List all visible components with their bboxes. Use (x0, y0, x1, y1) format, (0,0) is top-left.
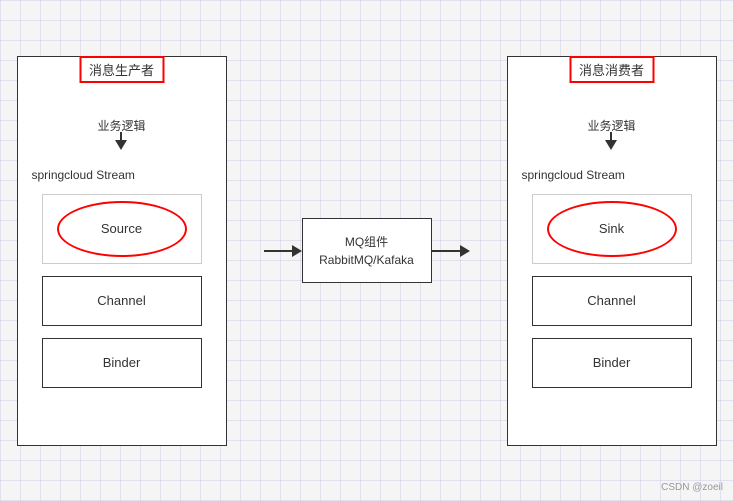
producer-title: 消息生产者 (79, 56, 164, 83)
consumer-arrow-down (605, 140, 617, 150)
consumer-top: 业务逻辑 (587, 117, 635, 152)
producer-channel-label: Channel (97, 293, 145, 308)
producer-stream-label: springcloud Stream (32, 168, 135, 182)
arrow-head-2 (460, 245, 470, 257)
producer-arrow-down (115, 140, 127, 150)
mq-line1: MQ组件 (345, 233, 388, 251)
arrow-line-2 (432, 250, 460, 252)
mq-box: MQ组件 RabbitMQ/Kafaka (302, 218, 432, 283)
producer-panel: 消息生产者 业务逻辑 springcloud Stream Source Cha… (17, 56, 227, 446)
consumer-channel-label: Channel (587, 293, 635, 308)
arrows-row: MQ组件 RabbitMQ/Kafaka (264, 218, 470, 283)
producer-binder-label: Binder (103, 355, 141, 370)
consumer-panel: 消息消费者 业务逻辑 springcloud Stream Sink Chann… (507, 56, 717, 446)
watermark: CSDN @zoeil (661, 482, 723, 493)
sink-container: Sink (532, 194, 692, 264)
producer-binder-box: Binder (42, 338, 202, 388)
diagram-container: 消息生产者 业务逻辑 springcloud Stream Source Cha… (17, 21, 717, 481)
consumer-binder-box: Binder (532, 338, 692, 388)
source-container: Source (42, 194, 202, 264)
arrow-head-1 (292, 245, 302, 257)
arrow-mq-to-right (432, 245, 470, 257)
consumer-stream-label: springcloud Stream (522, 168, 625, 182)
mq-line2: RabbitMQ/Kafaka (319, 251, 414, 269)
arrow-left-to-mq (264, 245, 302, 257)
producer-channel-box: Channel (42, 276, 202, 326)
producer-top: 业务逻辑 (97, 117, 145, 152)
sink-label: Sink (599, 221, 624, 236)
middle-section: MQ组件 RabbitMQ/Kafaka (264, 218, 470, 283)
consumer-channel-box: Channel (532, 276, 692, 326)
arrow-line-1 (264, 250, 292, 252)
source-label: Source (101, 221, 142, 236)
consumer-binder-label: Binder (593, 355, 631, 370)
consumer-title: 消息消费者 (569, 56, 654, 83)
